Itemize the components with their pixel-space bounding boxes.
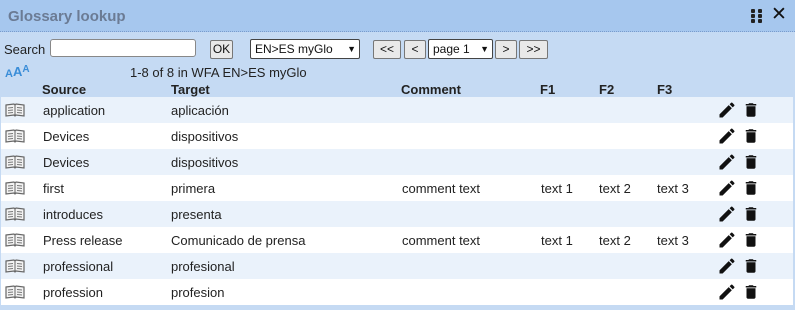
- table-row: first primera comment text text 1 text 2…: [1, 175, 793, 201]
- cell-target: aplicación: [171, 103, 229, 118]
- column-header-f3[interactable]: F3: [657, 82, 672, 97]
- drag-handle-icon[interactable]: [751, 9, 763, 23]
- column-header-f1[interactable]: F1: [540, 82, 555, 97]
- pencil-icon[interactable]: [717, 204, 737, 224]
- font-size-medium-button[interactable]: A: [13, 64, 22, 79]
- results-status: 1-8 of 8 in WFA EN>ES myGlo: [130, 65, 307, 80]
- table-row: application aplicación: [1, 97, 793, 123]
- book-icon[interactable]: [5, 103, 25, 117]
- table-row: profession profesion: [1, 279, 793, 305]
- cell-f1: text 1: [541, 181, 573, 196]
- pencil-icon[interactable]: [717, 152, 737, 172]
- cell-f2: text 2: [599, 181, 631, 196]
- title-bar[interactable]: Glossary lookup ✕: [0, 0, 795, 32]
- prev-page-button[interactable]: <: [404, 40, 426, 59]
- table-row: professional profesional: [1, 253, 793, 279]
- cell-target: profesion: [171, 285, 225, 300]
- chevron-down-icon: ▼: [347, 44, 356, 54]
- search-input[interactable]: [50, 39, 196, 57]
- cell-comment: comment text: [402, 181, 481, 196]
- cell-target: profesional: [171, 259, 235, 274]
- cell-target: Comunicado de prensa: [171, 233, 306, 248]
- trash-icon[interactable]: [742, 126, 760, 146]
- cell-f2: text 2: [599, 233, 631, 248]
- first-page-button[interactable]: <<: [373, 40, 401, 59]
- column-header-target[interactable]: Target: [171, 82, 210, 97]
- search-label: Search: [4, 42, 46, 57]
- glossary-select-value: EN>ES myGlo: [255, 42, 333, 56]
- pencil-icon[interactable]: [717, 230, 737, 250]
- font-size-small-button[interactable]: A: [5, 68, 13, 80]
- pencil-icon[interactable]: [717, 126, 737, 146]
- cell-source: application: [43, 103, 106, 118]
- book-icon[interactable]: [5, 285, 25, 299]
- cell-f1: text 1: [541, 233, 573, 248]
- chevron-down-icon: ▼: [480, 44, 489, 54]
- column-header-source[interactable]: Source: [42, 82, 86, 97]
- cell-comment: comment text: [402, 233, 481, 248]
- cell-target: dispositivos: [171, 155, 239, 170]
- cell-source: profession: [43, 285, 103, 300]
- page-select-value: page 1: [433, 42, 470, 56]
- book-icon[interactable]: [5, 233, 25, 247]
- cell-source: first: [43, 181, 64, 196]
- trash-icon[interactable]: [742, 152, 760, 172]
- column-header-comment[interactable]: Comment: [401, 82, 461, 97]
- cell-source: professional: [43, 259, 114, 274]
- pencil-icon[interactable]: [717, 256, 737, 276]
- cell-source: Press release: [43, 233, 123, 248]
- next-page-button[interactable]: >: [495, 40, 517, 59]
- cell-source: Devices: [43, 129, 90, 144]
- book-icon[interactable]: [5, 155, 25, 169]
- page-select[interactable]: page 1 ▼: [428, 39, 493, 59]
- table-row: introduces presenta: [1, 201, 793, 227]
- close-icon[interactable]: ✕: [771, 5, 787, 25]
- table-row: Devices dispositivos: [1, 149, 793, 175]
- last-page-button[interactable]: >>: [519, 40, 548, 59]
- cell-source: Devices: [43, 155, 90, 170]
- pencil-icon[interactable]: [717, 178, 737, 198]
- cell-target: dispositivos: [171, 129, 239, 144]
- trash-icon[interactable]: [742, 204, 760, 224]
- pencil-icon[interactable]: [717, 282, 737, 302]
- cell-f3: text 3: [657, 181, 689, 196]
- font-size-selector: AAA: [5, 63, 30, 80]
- table-row: Devices dispositivos: [1, 123, 793, 149]
- font-size-large-button[interactable]: A: [22, 64, 29, 75]
- book-icon[interactable]: [5, 259, 25, 273]
- window-title: Glossary lookup: [8, 8, 126, 25]
- book-icon[interactable]: [5, 181, 25, 195]
- ok-button[interactable]: OK: [210, 40, 233, 59]
- trash-icon[interactable]: [742, 230, 760, 250]
- cell-source: introduces: [43, 207, 103, 222]
- book-icon[interactable]: [5, 129, 25, 143]
- book-icon[interactable]: [5, 207, 25, 221]
- trash-icon[interactable]: [742, 256, 760, 276]
- pencil-icon[interactable]: [717, 100, 737, 120]
- trash-icon[interactable]: [742, 282, 760, 302]
- cell-target: primera: [171, 181, 216, 196]
- cell-target: presenta: [171, 207, 222, 222]
- column-header-f2[interactable]: F2: [599, 82, 614, 97]
- table-row: Press release Comunicado de prensa comme…: [1, 227, 793, 253]
- glossary-lookup-panel: Glossary lookup ✕ Search OK EN>ES myGlo …: [0, 0, 795, 310]
- trash-icon[interactable]: [742, 178, 760, 198]
- trash-icon[interactable]: [742, 100, 760, 120]
- glossary-select[interactable]: EN>ES myGlo ▼: [250, 39, 360, 59]
- cell-f3: text 3: [657, 233, 689, 248]
